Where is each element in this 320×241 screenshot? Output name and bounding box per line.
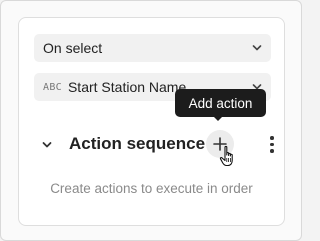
action-sequence-header: Action sequence (37, 130, 277, 160)
more-options-button[interactable] (265, 132, 279, 156)
add-action-tooltip: Add action (175, 89, 266, 117)
trigger-select-value: On select (43, 40, 103, 56)
action-panel: On select ABC Start Station Name Action … (18, 17, 285, 226)
outer-frame: On select ABC Start Station Name Action … (0, 0, 302, 241)
collapse-chevron-icon[interactable] (42, 140, 52, 150)
more-vertical-icon (270, 136, 274, 140)
hand-pointer-icon (219, 145, 233, 167)
empty-state-message: Create actions to execute in order (50, 181, 253, 196)
tooltip-label: Add action (188, 95, 253, 111)
chevron-down-icon (252, 45, 262, 51)
field-select-value: Start Station Name (67, 79, 187, 95)
trigger-select[interactable]: On select (34, 34, 271, 62)
action-sequence-title: Action sequence (69, 134, 206, 153)
tooltip-arrow (213, 116, 223, 121)
text-type-icon: ABC (43, 81, 62, 93)
